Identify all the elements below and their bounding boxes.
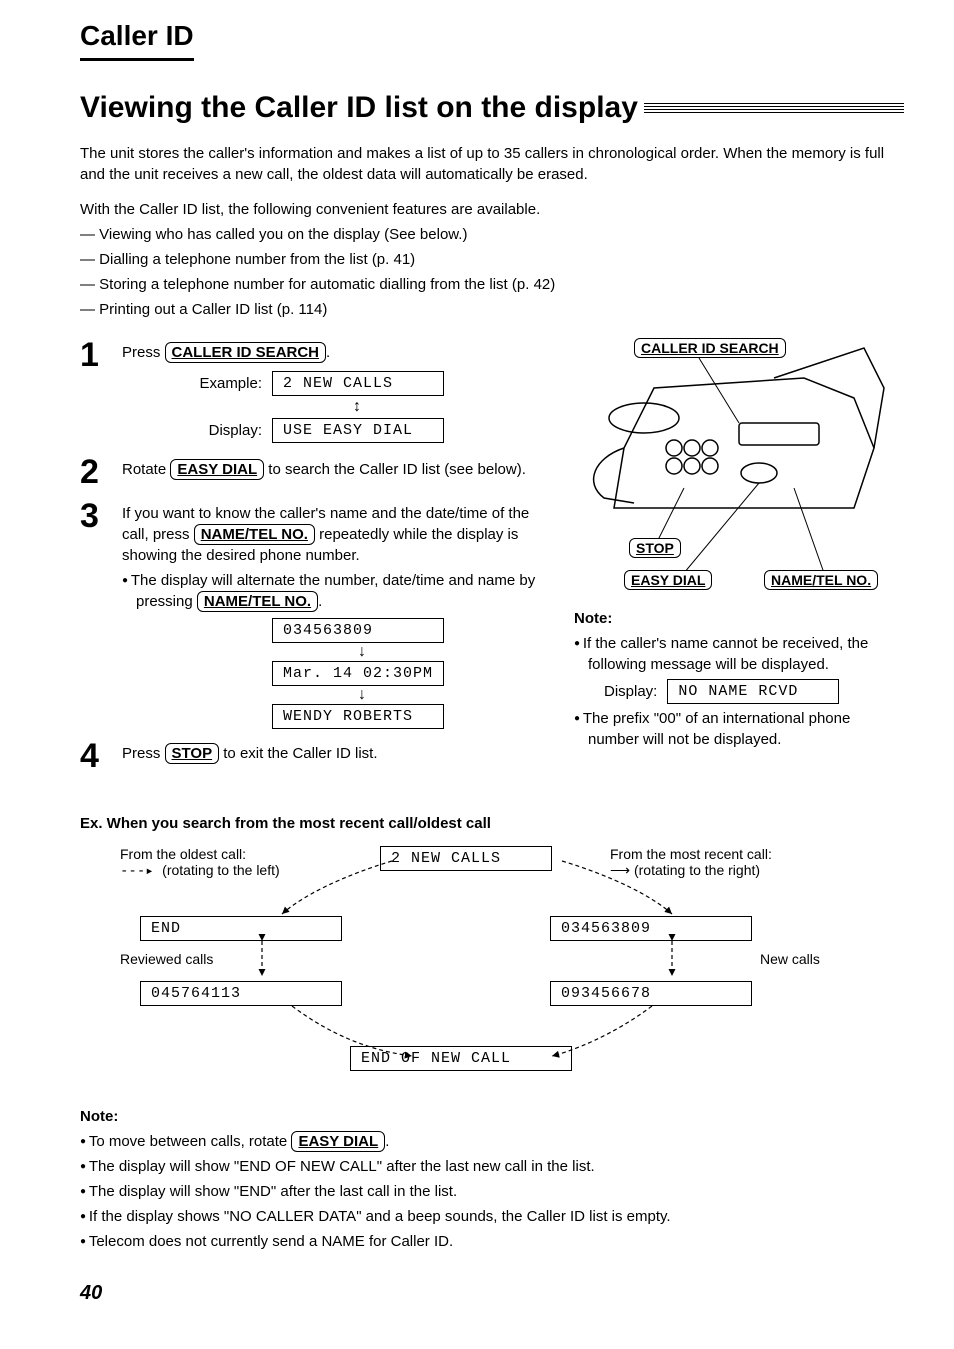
stop-button-ref: STOP — [165, 743, 220, 764]
section-tab: Caller ID — [80, 20, 194, 61]
step-2: 2 Rotate EASY DIAL to search the Caller … — [80, 455, 554, 489]
note-bullet: The prefix "00" of an international phon… — [574, 708, 904, 750]
lcd-display: Mar. 14 02:30PM — [272, 661, 444, 686]
step-3: 3 If you want to know the caller's name … — [80, 499, 554, 729]
name-tel-no-button-ref: NAME/TEL NO. — [197, 591, 318, 612]
page-title: Viewing the Caller ID list on the displa… — [80, 91, 904, 125]
note-bullet: The display will show "END OF NEW CALL" … — [80, 1156, 904, 1177]
name-tel-no-button-ref: NAME/TEL NO. — [194, 524, 315, 545]
lcd-display: WENDY ROBERTS — [272, 704, 444, 729]
lcd-display: NO NAME RCVD — [667, 679, 839, 704]
step-4: 4 Press STOP to exit the Caller ID list. — [80, 739, 554, 773]
lcd-display: 034563809 — [272, 618, 444, 643]
note-bullet: To move between calls, rotate EASY DIAL. — [80, 1131, 904, 1152]
note-bullet: Telecom does not currently send a NAME f… — [80, 1231, 904, 1252]
easy-dial-button-ref: EASY DIAL — [291, 1131, 385, 1152]
caller-id-search-button-ref: CALLER ID SEARCH — [165, 342, 327, 363]
note-bullet: If the display shows "NO CALLER DATA" an… — [80, 1206, 904, 1227]
fax-machine-diagram: CALLER ID SEARCH STOP EASY DIAL NAME/TEL… — [574, 338, 904, 598]
intro-paragraph-1: The unit stores the caller's information… — [80, 143, 904, 185]
step-1: 1 Press CALLER ID SEARCH. Example: 2 NEW… — [80, 338, 554, 445]
feature-list: Viewing who has called you on the displa… — [80, 224, 904, 320]
note-bullet: The display will show "END" after the la… — [80, 1181, 904, 1202]
lcd-display: USE EASY DIAL — [272, 418, 444, 443]
intro-paragraph-2: With the Caller ID list, the following c… — [80, 199, 904, 220]
easy-dial-button-ref: EASY DIAL — [170, 459, 264, 480]
search-example: Ex. When you search from the most recent… — [80, 813, 904, 1096]
note-heading: Note: — [80, 1106, 904, 1127]
note-bullet: If the caller's name cannot be received,… — [574, 633, 904, 675]
lcd-display: 2 NEW CALLS — [272, 371, 444, 396]
note-heading: Note: — [574, 608, 904, 629]
page-number: 40 — [80, 1282, 904, 1305]
